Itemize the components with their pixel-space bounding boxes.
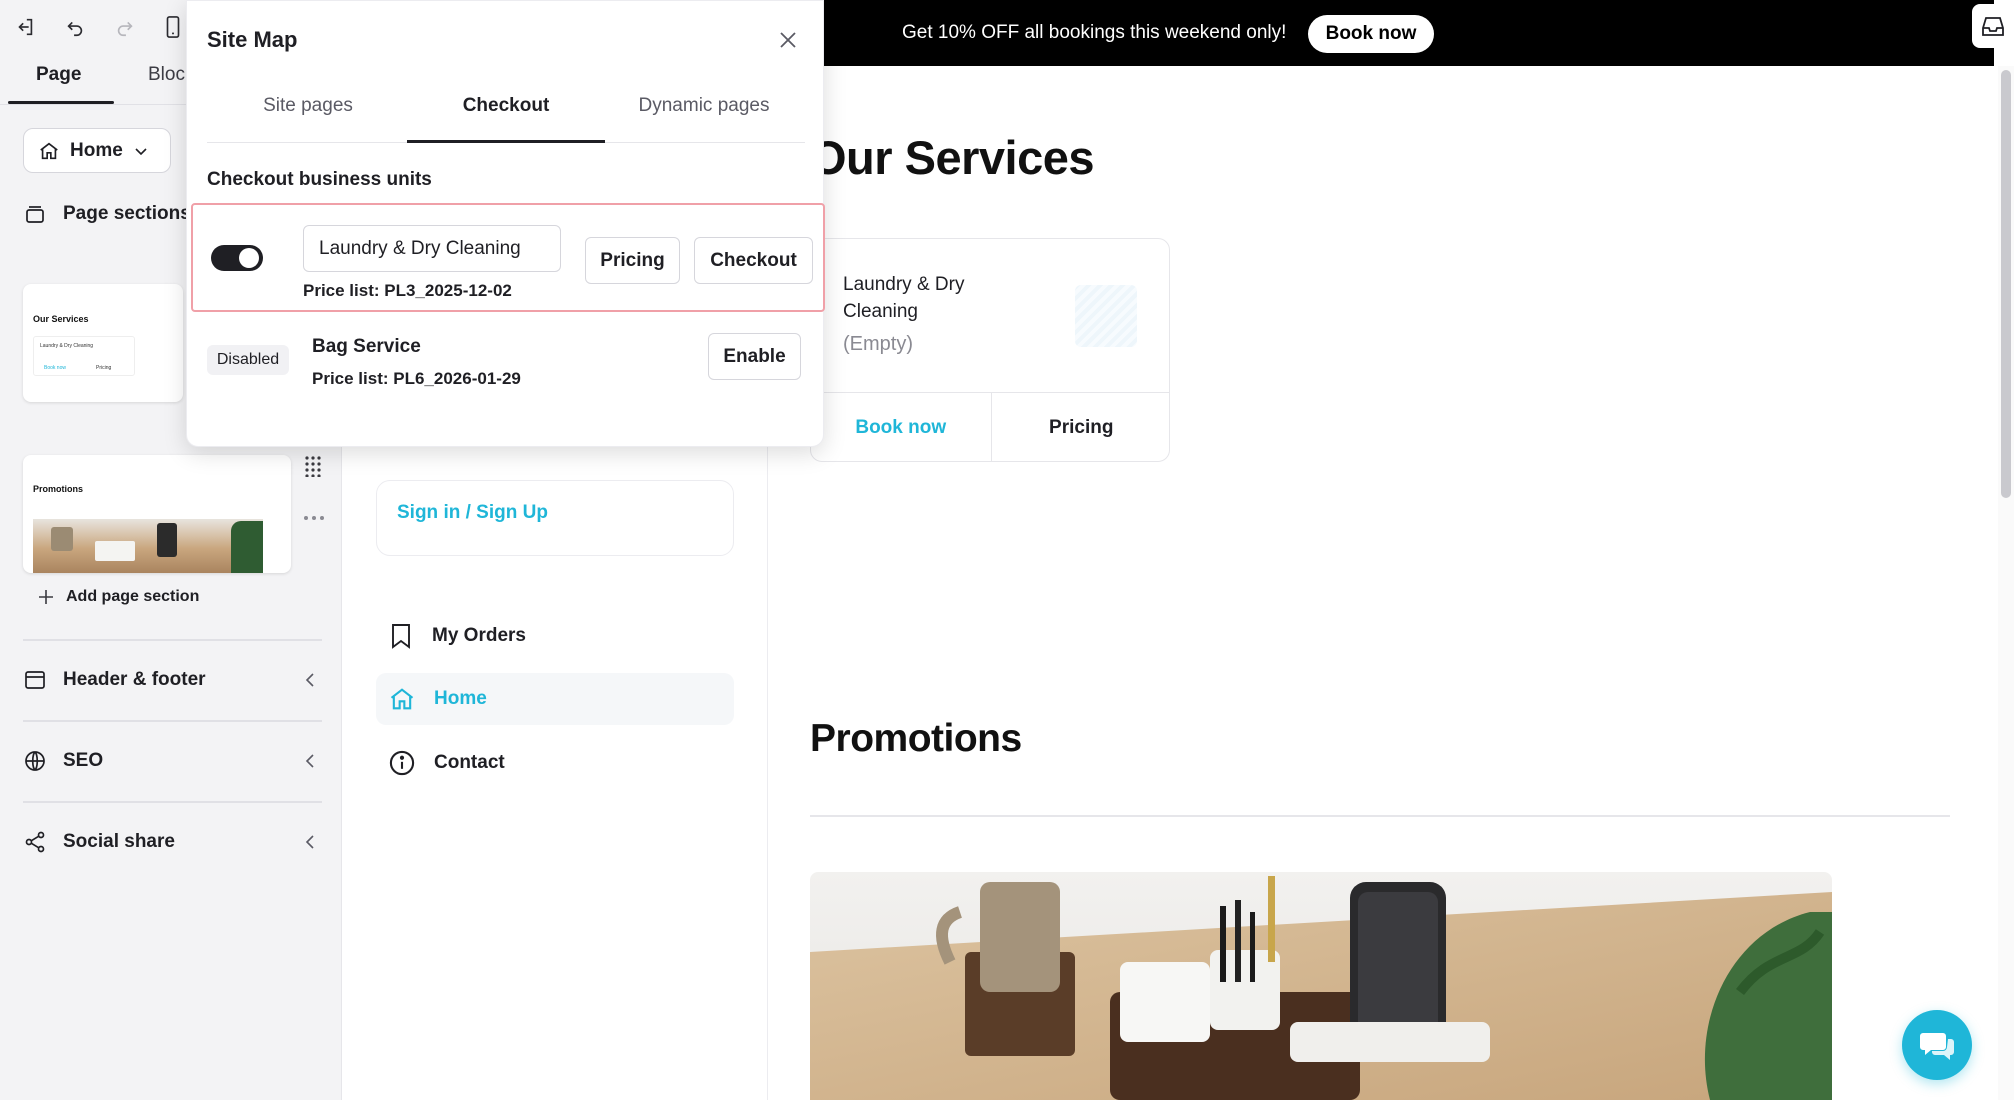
thumb-title: Promotions <box>33 484 84 494</box>
chevron-left-icon <box>305 673 314 687</box>
page-sections-label: Page sections <box>63 203 191 224</box>
section-thumbnail-promotions[interactable]: Promotions <box>23 455 291 573</box>
chevron-down-icon <box>135 147 147 155</box>
drag-handle-icon[interactable] <box>304 455 322 477</box>
page-sections-header: Page sections <box>23 202 191 226</box>
bookmark-icon <box>392 624 410 649</box>
home-icon <box>40 142 58 159</box>
promotions-heading: Promotions <box>810 717 1022 760</box>
inbox-icon[interactable] <box>1972 4 2014 48</box>
share-icon <box>25 831 45 853</box>
page-select[interactable]: Home <box>23 128 171 173</box>
sidebar-item-header-footer[interactable]: Header & footer <box>23 668 322 692</box>
site-map-title: Site Map <box>207 27 298 52</box>
tab-dynamic-pages[interactable]: Dynamic pages <box>605 95 803 117</box>
toggle-knob <box>239 248 259 268</box>
thumb-book: Book now <box>44 365 66 371</box>
sidebar-item-seo[interactable]: SEO <box>23 749 322 773</box>
thumb-image <box>33 519 263 573</box>
business-unit-name: Bag Service <box>312 336 421 357</box>
divider <box>23 639 322 641</box>
menu-item-my-orders[interactable]: My Orders <box>376 610 734 662</box>
signin-link[interactable]: Sign in / Sign Up <box>397 502 548 524</box>
undo-icon[interactable] <box>60 12 90 42</box>
layers-icon <box>26 206 44 223</box>
add-page-section-label: Add page section <box>66 588 200 605</box>
enable-toggle[interactable] <box>211 245 263 271</box>
service-name: Laundry & Dry Cleaning <box>843 274 965 322</box>
chat-button[interactable] <box>1902 1010 1972 1080</box>
thumb-title: Our Services <box>33 314 89 324</box>
menu-item-label: My Orders <box>432 625 526 646</box>
price-list-label: Price list: PL6_2026-01-29 <box>312 369 521 388</box>
tab-checkout[interactable]: Checkout <box>407 95 605 117</box>
redo-icon[interactable] <box>110 12 140 42</box>
banner-book-now-button[interactable]: Book now <box>1308 15 1434 53</box>
chevron-left-icon <box>305 754 314 768</box>
sidebar-item-social-share[interactable]: Social share <box>23 830 322 854</box>
service-image-placeholder <box>1075 285 1137 347</box>
mobile-device-icon[interactable] <box>158 12 188 42</box>
menu-item-label: Home <box>434 688 487 709</box>
status-badge: Disabled <box>207 345 289 375</box>
info-icon <box>389 750 415 776</box>
exit-icon[interactable] <box>10 12 40 42</box>
thumb-card: Laundry & Dry Cleaning Book now Pricing <box>33 336 135 376</box>
service-actions: Book now Pricing <box>811 392 1170 461</box>
menu-item-home[interactable]: Home <box>376 673 734 725</box>
section-title: Checkout business units <box>207 169 432 190</box>
service-status: (Empty) <box>843 333 913 355</box>
menu-item-label: Contact <box>434 752 505 773</box>
price-list-label: Price list: PL3_2025-12-02 <box>303 281 512 300</box>
tab-blocks[interactable]: Bloc <box>148 64 185 86</box>
menu-item-contact[interactable]: Contact <box>376 737 734 789</box>
business-unit-row: Laundry & Dry Cleaning Price list: PL3_2… <box>191 203 825 312</box>
thumb-pricing: Pricing <box>96 365 112 371</box>
promo-banner-text: Get 10% OFF all bookings this weekend on… <box>902 22 1287 43</box>
enable-button[interactable]: Enable <box>708 333 801 380</box>
sidebar-item-label: Social share <box>63 831 175 852</box>
divider <box>23 720 322 722</box>
service-book-now-button[interactable]: Book now <box>811 393 992 461</box>
checkout-button[interactable]: Checkout <box>694 237 813 284</box>
service-pricing-button[interactable]: Pricing <box>992 393 1170 461</box>
sidebar-item-label: Header & footer <box>63 669 206 690</box>
section-thumbnail-services[interactable]: Our Services Laundry & Dry Cleaning Book… <box>23 284 183 402</box>
services-heading: Our Services <box>810 131 1095 184</box>
page-select-label: Home <box>70 139 123 161</box>
tab-page[interactable]: Page <box>36 64 81 86</box>
more-options-icon[interactable] <box>303 515 325 521</box>
layout-icon <box>25 671 45 689</box>
home-icon <box>390 688 414 710</box>
close-icon[interactable] <box>777 29 799 51</box>
add-page-section-button[interactable]: Add page section <box>36 587 199 607</box>
promotion-image <box>810 872 1832 1100</box>
sidebar-item-label: SEO <box>63 750 104 771</box>
plus-icon <box>39 590 53 604</box>
scrollbar-thumb[interactable] <box>2001 70 2011 498</box>
business-unit-name-field[interactable]: Laundry & Dry Cleaning <box>303 225 561 272</box>
thumb-card-text: Laundry & Dry Cleaning <box>40 343 94 349</box>
service-card: Laundry & Dry Cleaning (Empty) Book now … <box>810 238 1170 462</box>
site-map-popover: Site Map Site pages Checkout Dynamic pag… <box>186 0 825 447</box>
tab-active-indicator <box>407 140 605 143</box>
globe-icon <box>25 751 45 771</box>
tab-site-pages[interactable]: Site pages <box>209 95 407 117</box>
chevron-left-icon <box>305 835 314 849</box>
divider <box>810 815 1950 817</box>
chat-icon <box>1920 1033 1954 1060</box>
divider <box>23 801 322 803</box>
pricing-button[interactable]: Pricing <box>585 237 680 284</box>
